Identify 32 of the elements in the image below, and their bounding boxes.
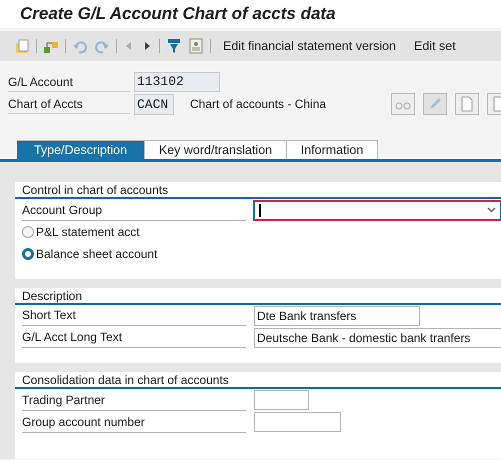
toolbar-button[interactable]: Edit financial statement version [223, 36, 396, 56]
folder-icon[interactable] [14, 38, 30, 54]
field-label: Group account number [22, 412, 246, 433]
input-field[interactable]: Dte Bank transfers [254, 306, 420, 326]
toolbar-button[interactable]: Edit set [414, 36, 456, 56]
window-title: Create G/L Account Chart of accts data [20, 3, 336, 26]
tab[interactable]: Key word/translation [145, 140, 287, 159]
pencil-icon [423, 93, 447, 115]
field-label: Account Group [22, 200, 246, 220]
input-field[interactable] [254, 390, 309, 410]
glasses-icon [391, 93, 415, 115]
document-icon[interactable] [188, 38, 204, 54]
caret-icon [487, 207, 496, 213]
tab[interactable]: Information [287, 140, 378, 159]
filter-icon[interactable] [166, 38, 182, 54]
field-label: Short Text [22, 305, 246, 326]
section-title: Consolidation data in chart of accounts [15, 372, 501, 390]
tab[interactable]: Type/Description [17, 140, 145, 159]
page-icon [455, 93, 479, 115]
field-label: Chart of Accts [8, 94, 130, 114]
section-title: Description [15, 288, 501, 305]
field-label: G/L Account [8, 72, 130, 92]
input-field[interactable]: Deutsche Bank - domestic bank tranfers [254, 328, 501, 348]
radio-button[interactable]: P&L statement acct [22, 223, 140, 241]
input-field[interactable]: 113102 [134, 72, 220, 92]
field-description: Chart of accounts - China [190, 96, 328, 113]
input-field[interactable]: CACN [134, 94, 174, 114]
radio-button[interactable]: Balance sheet account [22, 245, 158, 263]
input-field[interactable] [254, 412, 341, 432]
field-label: Trading Partner [22, 390, 246, 411]
dropdown-field[interactable] [254, 200, 501, 220]
field-label: G/L Acct Long Text [22, 327, 246, 348]
